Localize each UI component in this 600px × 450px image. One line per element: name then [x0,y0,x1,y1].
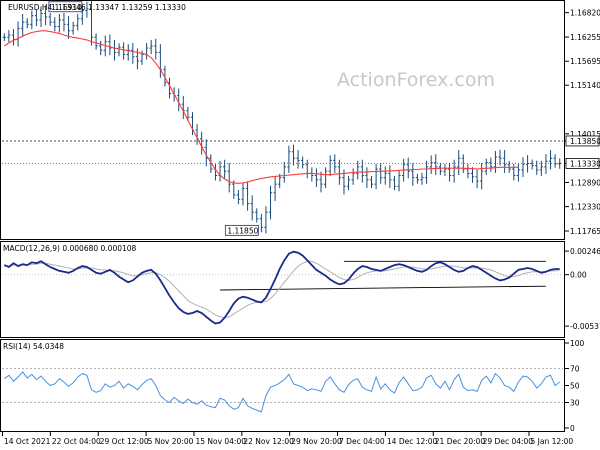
rsi-y-tick-label: 0 [570,424,575,433]
x-tick-label: 5 Jan 12:00 [530,437,573,446]
x-tick-label: 29 Nov 20:00 [291,437,342,446]
price-y-tick-label: 1.13330 [570,159,600,168]
chart-root: ActionForex.com 1.16820 1.16255 1.15695 1.1… [0,0,600,450]
x-tick-label: 22 Oct 04:00 [52,437,101,446]
macd-y-tick-label: 0.00 [570,271,587,280]
x-tick-label: 14 Oct 2021 [4,437,51,446]
x-tick-label: 29 Oct 12:00 [100,437,149,446]
x-axis: 14 Oct 2021 22 Oct 04:0029 Oct 12:005 Nov… [2,432,573,446]
chart-svg: ActionForex.com 1.16820 1.16255 1.15695 1.1… [0,0,600,446]
macd-title: MACD(12,26,9) 0.000680 0.000108 [3,244,137,253]
price-y-tick-label: 1.12890 [570,178,600,187]
rsi-title: RSI(14) 54.0348 [3,342,64,351]
price-y-tick-label: 1.16255 [570,33,600,42]
rsi-y-tick-label: 70 [570,365,580,374]
x-tick-label: 5 Nov 20:00 [148,437,194,446]
rsi-y-tick-label: 30 [570,399,580,408]
x-tick-label: 29 Dec 04:00 [483,437,534,446]
low-label: 1.11850 [227,226,258,235]
watermark: ActionForex.com [337,69,495,91]
macd-y-tick-label: 0.002469 [570,247,600,256]
price-yaxis: 1.168201.162551.156951.151401.140151.138… [565,9,600,236]
rsi-yaxis: 100 70 50 30 0 [565,339,585,433]
rsi-y-tick-label: 50 [570,382,580,391]
price-title: EURUSD,H4 1.13346 1.13347 1.13259 1.1333… [8,3,186,12]
x-tick-label: 21 Dec 20:00 [435,437,486,446]
price-y-tick-label: 1.15140 [570,81,600,90]
price-y-tick-label: 1.13850 [570,137,600,146]
macd-y-tick-label: -0.005375 [570,322,600,331]
price-y-tick-label: 1.15695 [570,57,600,66]
x-tick-label: 15 Nov 04:00 [195,437,246,446]
x-tick-label: 22 Nov 12:00 [243,437,294,446]
x-tick-label: 7 Dec 04:00 [339,437,385,446]
x-tick-label: 14 Dec 12:00 [387,437,438,446]
price-panel-frame [0,0,565,240]
price-y-tick-label: 1.16820 [570,9,600,18]
macd-yaxis: 0.002469 0.00 -0.005375 [565,247,600,331]
rsi-y-tick-label: 100 [570,339,585,348]
price-y-tick-label: 1.11765 [570,227,600,236]
price-y-tick-label: 1.12330 [570,203,600,212]
